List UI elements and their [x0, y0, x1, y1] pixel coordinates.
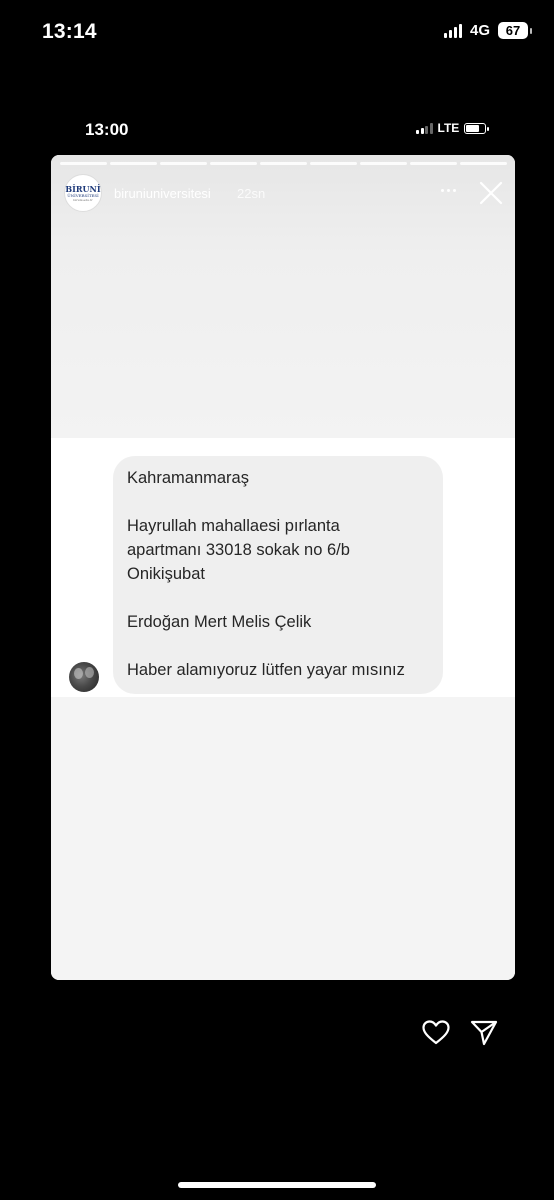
logo-text-3: biruni.edu.tr [73, 197, 93, 202]
account-avatar[interactable]: BİRUNİ ÜNİVERSİTESİ biruni.edu.tr [64, 174, 102, 212]
story-age: 22sn [237, 186, 266, 201]
status-time: 13:14 [42, 20, 97, 43]
message-bubble: Kahramanmaraş Hayrullah mahallaesi pırlan… [113, 456, 443, 694]
progress-segment [110, 162, 157, 165]
story-bottom-area [51, 697, 515, 980]
progress-segment [260, 162, 307, 165]
close-icon[interactable] [477, 179, 505, 207]
message-spacer [127, 586, 429, 610]
progress-segment [410, 162, 457, 165]
logo-text-1: BİRUNİ [65, 183, 101, 194]
message-line: apartmanı 33018 sokak no 6/b [127, 541, 350, 559]
inner-status-indicators: LTE [416, 121, 490, 135]
progress-segment [60, 162, 107, 165]
message-line: Erdoğan Mert Melis Çelik [127, 613, 312, 631]
heart-icon[interactable] [422, 1020, 450, 1046]
inner-network-type: LTE [437, 121, 460, 135]
status-indicators: 4G 67 [443, 22, 532, 39]
sender-avatar [69, 662, 99, 692]
network-type: 4G [469, 22, 490, 39]
account-name[interactable]: biruniuniversitesi [114, 186, 211, 201]
progress-segment [210, 162, 257, 165]
home-indicator[interactable] [178, 1182, 376, 1188]
battery-icon: 67 [498, 22, 532, 39]
inner-signal-icon [416, 122, 433, 134]
message-line: Onikişubat [127, 565, 205, 583]
message-line: Kahramanmaraş [127, 469, 249, 487]
send-icon[interactable] [470, 1020, 498, 1046]
message-line: Hayrullah mahallaesi pırlanta [127, 517, 340, 535]
progress-segment [360, 162, 407, 165]
message-line: Haber alamıyoruz lütfen yayar mısınız [127, 661, 405, 679]
progress-segment [310, 162, 357, 165]
inner-status-time: 13:00 [85, 120, 129, 139]
logo-text-2: ÜNİVERSİTESİ [67, 192, 99, 198]
signal-icon [443, 23, 462, 38]
message-spacer [127, 634, 429, 658]
story-progress [60, 162, 507, 165]
message-spacer [127, 490, 429, 514]
inner-battery-icon [464, 122, 490, 134]
progress-segment [460, 162, 507, 165]
progress-segment [160, 162, 207, 165]
more-icon[interactable] [435, 180, 461, 200]
